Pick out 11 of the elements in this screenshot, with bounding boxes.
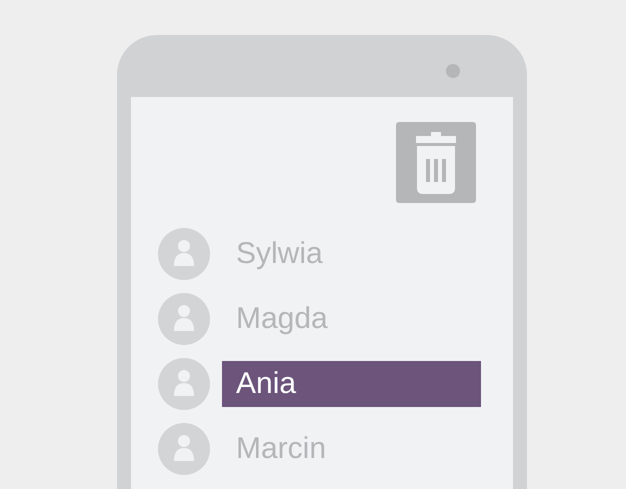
- camera-icon: [446, 64, 460, 78]
- contact-name[interactable]: Marcin: [222, 426, 481, 472]
- delete-button[interactable]: [396, 122, 476, 203]
- contact-name[interactable]: Ania: [222, 360, 481, 406]
- trash-icon: [416, 132, 456, 194]
- contact-name[interactable]: Magda: [222, 296, 481, 342]
- avatar-icon: [158, 422, 210, 474]
- avatar-icon: [158, 228, 210, 280]
- contact-name[interactable]: Sylwia: [222, 230, 481, 276]
- avatar-icon: [158, 358, 210, 410]
- avatar-icon: [158, 292, 210, 344]
